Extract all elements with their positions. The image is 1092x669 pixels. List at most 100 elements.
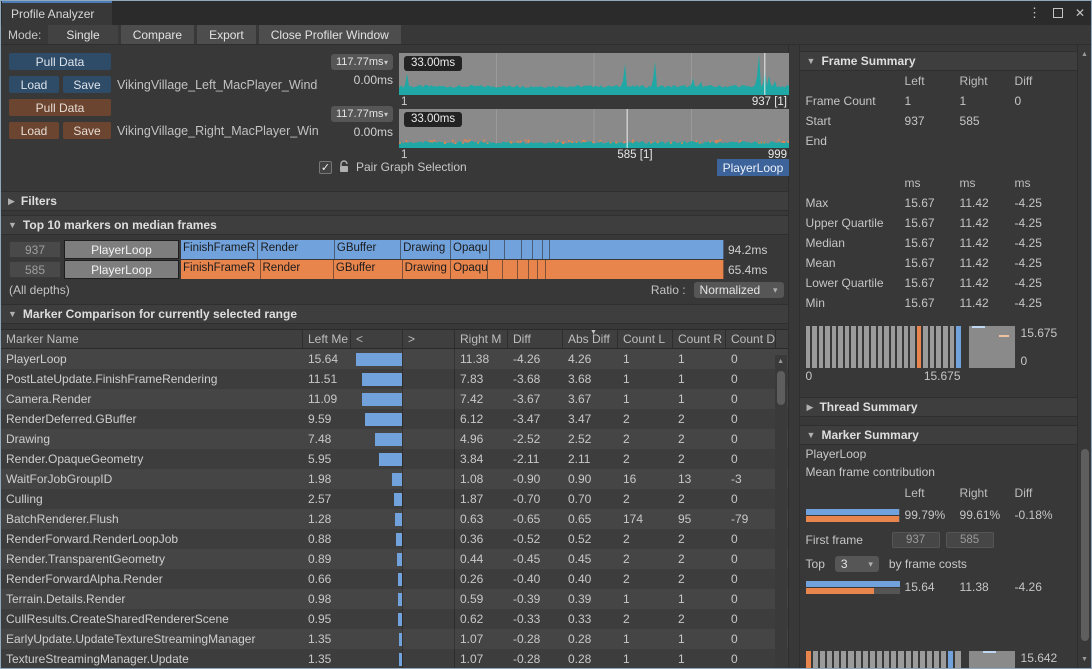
marker-segment[interactable]	[533, 240, 543, 259]
marker-segments-bar[interactable]: FinishFrameRRenderGBufferDrawingOpaqu	[181, 260, 724, 279]
marker-summary-histogram[interactable]	[806, 651, 961, 669]
marker-segment[interactable]: Opaqu	[451, 260, 488, 279]
marker-segment[interactable]	[505, 240, 522, 259]
scroll-up-icon[interactable]: ▲	[1078, 51, 1091, 58]
close-profiler-button[interactable]: Close Profiler Window	[259, 25, 401, 44]
marker-segment[interactable]	[529, 260, 538, 279]
selected-marker-chip[interactable]: PlayerLoop	[717, 159, 789, 176]
top-count-dropdown[interactable]: 3 ▾	[835, 556, 879, 572]
table-row[interactable]: PostLateUpdate.FinishFrameRendering11.51…	[1, 369, 788, 389]
load-right-button[interactable]: Load	[9, 122, 59, 139]
table-row[interactable]: CullResults.CreateSharedRendererScene0.9…	[1, 609, 788, 629]
column-header[interactable]: >	[403, 330, 455, 348]
frame-graph-left[interactable]: 33.00ms	[399, 53, 789, 95]
frame-graph-right[interactable]: 33.00ms	[399, 109, 789, 148]
table-row[interactable]: WaitForJobGroupID1.981.08-0.900.901613-3	[1, 469, 788, 489]
marker-segment[interactable]	[503, 260, 518, 279]
marker-segment[interactable]	[518, 260, 529, 279]
marker-summary-header[interactable]: ▼ Marker Summary	[800, 425, 1077, 445]
column-header[interactable]: Diff	[508, 330, 563, 348]
frame-summary-header[interactable]: ▼ Frame Summary	[800, 51, 1077, 71]
table-row[interactable]: PlayerLoop15.6411.38-4.264.26110	[1, 349, 788, 369]
marker-segment[interactable]: Opaqu	[451, 240, 490, 259]
summary-scrollbar[interactable]: ▲ ▼	[1077, 45, 1091, 669]
column-header[interactable]: Count R	[673, 330, 726, 348]
column-header[interactable]: Count L	[618, 330, 673, 348]
column-header[interactable]: Left Me	[303, 330, 351, 348]
titlebar: Profile Analyzer ⋮ ✕	[1, 1, 1091, 25]
marker-segment[interactable]: Drawing	[403, 260, 451, 279]
playerloop-button[interactable]: PlayerLoop	[64, 260, 179, 279]
frame-summary-histogram[interactable]	[806, 326, 961, 368]
frame-summary-boxplot[interactable]	[969, 326, 1015, 368]
tab-profile-analyzer[interactable]: Profile Analyzer	[2, 1, 112, 25]
top10-row[interactable]: 937PlayerLoopFinishFrameRRenderGBufferDr…	[9, 240, 788, 259]
range-left-dropdown[interactable]: 117.77ms▾	[331, 54, 393, 70]
table-row[interactable]: Culling2.571.87-0.700.70220	[1, 489, 788, 509]
close-icon[interactable]: ✕	[1075, 6, 1085, 20]
histogram-bar	[884, 326, 889, 368]
marker-segment[interactable]	[522, 240, 533, 259]
thread-summary-header[interactable]: ▶ Thread Summary	[800, 397, 1077, 417]
filters-section-header[interactable]: ▶ Filters	[1, 191, 788, 211]
scroll-down-icon[interactable]: ▼	[1078, 656, 1091, 663]
column-header[interactable]: <	[351, 330, 403, 348]
table-row[interactable]: EarlyUpdate.UpdateTextureStreamingManage…	[1, 629, 788, 649]
table-row[interactable]: Render.OpaqueGeometry5.953.84-2.112.1122…	[1, 449, 788, 469]
table-row[interactable]: TextureStreamingManager.Update1.351.07-0…	[1, 649, 788, 669]
summary-scrollbar-thumb[interactable]	[1081, 449, 1089, 641]
marker-segments-bar[interactable]: FinishFrameRRenderGBufferDrawingOpaqu	[181, 240, 724, 259]
column-header[interactable]: Marker Name	[1, 330, 303, 348]
marker-segment[interactable]: FinishFrameR	[181, 260, 261, 279]
table-row[interactable]: Terrain.Details.Render0.980.59-0.390.391…	[1, 589, 788, 609]
marker-segment[interactable]: FinishFrameR	[181, 240, 258, 259]
first-frame-right-button[interactable]: 585	[946, 532, 994, 548]
table-row[interactable]: RenderForward.RenderLoopJob0.880.36-0.52…	[1, 529, 788, 549]
pull-data-right-button[interactable]: Pull Data	[9, 99, 111, 116]
marker-segment[interactable]: GBuffer	[334, 260, 403, 279]
save-right-button[interactable]: Save	[63, 122, 111, 139]
table-scrollbar-thumb[interactable]	[777, 371, 785, 405]
marker-summary-boxplot[interactable]	[969, 651, 1015, 669]
scroll-up-icon[interactable]: ▲	[775, 358, 787, 365]
pair-graph-checkbox[interactable]: ✓	[319, 161, 332, 174]
table-scrollbar[interactable]: ▲ ▼	[775, 355, 787, 669]
first-frame-left-button[interactable]: 937	[892, 532, 940, 548]
table-row[interactable]: Render.TransparentGeometry0.890.44-0.450…	[1, 549, 788, 569]
top10-rows: 937PlayerLoopFinishFrameRRenderGBufferDr…	[1, 240, 788, 279]
range-right-dropdown[interactable]: 117.77ms▾	[331, 106, 393, 122]
top10-row[interactable]: 585PlayerLoopFinishFrameRRenderGBufferDr…	[9, 260, 788, 279]
load-left-button[interactable]: Load	[9, 76, 59, 93]
save-left-button[interactable]: Save	[63, 76, 111, 93]
table-row[interactable]: RenderDeferred.GBuffer9.596.12-3.473.472…	[1, 409, 788, 429]
column-header[interactable]: Count D	[726, 330, 776, 348]
table-row[interactable]: Camera.Render11.097.42-3.673.67110	[1, 389, 788, 409]
marker-segment[interactable]: Drawing	[401, 240, 451, 259]
menu-icon[interactable]: ⋮	[1028, 5, 1041, 21]
comparison-section-header[interactable]: ▼ Marker Comparison for currently select…	[1, 304, 788, 324]
column-header[interactable]: Right M	[455, 330, 508, 348]
table-row[interactable]: Drawing7.484.96-2.522.52220	[1, 429, 788, 449]
mode-dropdown[interactable]: Single	[48, 25, 117, 44]
pull-data-left-button[interactable]: Pull Data	[9, 53, 111, 70]
compare-button[interactable]: Compare	[121, 25, 194, 44]
marker-segment[interactable]: Render	[261, 260, 334, 279]
frame-number-box[interactable]: 937	[9, 241, 61, 258]
playerloop-button[interactable]: PlayerLoop	[64, 240, 179, 259]
marker-segment[interactable]	[488, 260, 503, 279]
top10-section-header[interactable]: ▼ Top 10 markers on median frames	[1, 215, 788, 235]
maximize-icon[interactable]	[1053, 8, 1063, 18]
marker-segment[interactable]: Render	[258, 240, 334, 259]
marker-segment[interactable]	[550, 240, 724, 259]
table-row[interactable]: BatchRenderer.Flush1.280.63-0.650.651749…	[1, 509, 788, 529]
export-button[interactable]: Export	[197, 25, 256, 44]
table-row[interactable]: RenderForwardAlpha.Render0.660.26-0.400.…	[1, 569, 788, 589]
marker-segment[interactable]	[490, 240, 505, 259]
marker-segment[interactable]	[546, 260, 724, 279]
marker-segment[interactable]: GBuffer	[335, 240, 401, 259]
marker-segment[interactable]	[543, 240, 550, 259]
column-header[interactable]: Abs Diff▼	[563, 330, 618, 348]
marker-segment[interactable]	[538, 260, 545, 279]
frame-number-box[interactable]: 585	[9, 261, 61, 278]
ratio-dropdown[interactable]: Normalized ▾	[694, 282, 784, 298]
